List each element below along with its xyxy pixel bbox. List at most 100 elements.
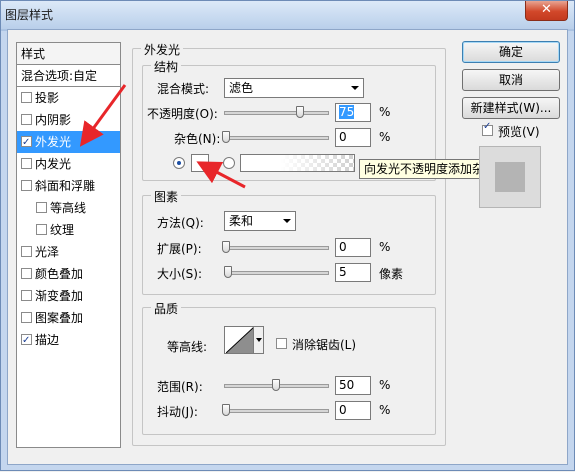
chevron-down-icon <box>283 219 291 223</box>
style-item-10[interactable]: 图案叠加 <box>17 307 120 329</box>
size-value: 5 <box>339 265 347 279</box>
dialog-client: 样式 混合选项:自定 投影内阴影外发光内发光斜面和浮雕等高线纹理光泽颜色叠加渐变… <box>7 29 568 465</box>
style-item-label: 外发光 <box>35 135 72 149</box>
style-item-checkbox[interactable] <box>21 114 32 125</box>
style-item-7[interactable]: 光泽 <box>17 241 120 263</box>
style-list-header[interactable]: 样式 <box>17 43 120 65</box>
quality-title: 品质 <box>151 300 182 317</box>
jitter-slider[interactable] <box>224 409 329 413</box>
blend-mode-dropdown[interactable]: 滤色 <box>224 78 364 98</box>
method-label: 方法(Q): <box>157 216 204 230</box>
style-item-checkbox[interactable] <box>36 224 47 235</box>
style-item-checkbox[interactable] <box>21 180 32 191</box>
spread-input[interactable]: 0 <box>335 238 371 257</box>
blend-mode-value: 滤色 <box>229 81 254 95</box>
size-unit: 像素 <box>379 267 404 281</box>
style-item-3[interactable]: 内发光 <box>17 153 120 175</box>
gradient-radio[interactable] <box>223 157 235 169</box>
quality-group: 品质 等高线: 消除锯齿(L) 范围(R): 50 % 抖动(J): 0 % <box>142 300 436 435</box>
size-label: 大小(S): <box>157 267 203 281</box>
style-list: 样式 混合选项:自定 投影内阴影外发光内发光斜面和浮雕等高线纹理光泽颜色叠加渐变… <box>16 42 121 448</box>
glow-gradient-picker[interactable] <box>240 154 355 172</box>
new-style-button[interactable]: 新建样式(W)... <box>462 97 560 119</box>
chevron-down-icon <box>351 86 359 90</box>
style-item-5[interactable]: 等高线 <box>17 197 120 219</box>
opacity-slider-thumb[interactable] <box>296 106 305 118</box>
opacity-value: 75 <box>339 105 355 119</box>
style-item-label: 光泽 <box>35 245 60 259</box>
jitter-value: 0 <box>339 403 347 417</box>
style-item-label: 图案叠加 <box>35 311 84 325</box>
range-value: 50 <box>339 378 355 392</box>
size-slider-thumb[interactable] <box>223 266 232 278</box>
style-item-label: 斜面和浮雕 <box>35 179 96 193</box>
contour-label: 等高线: <box>167 340 208 354</box>
noise-label: 杂色(N): <box>174 132 221 146</box>
anti-alias-checkbox[interactable] <box>276 338 287 349</box>
style-item-label: 颜色叠加 <box>35 267 84 281</box>
elements-group: 图素 方法(Q): 柔和 扩展(P): 0 % 大小(S): 5 像素 <box>142 188 436 295</box>
contour-dropdown-toggle[interactable] <box>253 327 263 353</box>
style-item-checkbox[interactable] <box>21 92 32 103</box>
size-slider[interactable] <box>224 271 329 275</box>
style-item-1[interactable]: 内阴影 <box>17 109 120 131</box>
style-item-checkbox[interactable] <box>21 132 32 154</box>
spread-slider[interactable] <box>224 246 329 250</box>
size-input[interactable]: 5 <box>335 263 371 282</box>
spread-unit: % <box>379 240 391 254</box>
elements-title: 图素 <box>151 188 182 205</box>
outer-glow-title: 外发光 <box>141 41 184 58</box>
ok-button[interactable]: 确定 <box>462 41 560 63</box>
style-item-6[interactable]: 纹理 <box>17 219 120 241</box>
glow-color-swatch[interactable] <box>191 154 209 172</box>
jitter-slider-thumb[interactable] <box>222 404 230 416</box>
cancel-button[interactable]: 取消 <box>462 69 560 91</box>
contour-picker[interactable] <box>224 326 264 354</box>
style-item-checkbox[interactable] <box>21 158 32 169</box>
style-item-checkbox[interactable] <box>21 312 32 323</box>
blend-options-item[interactable]: 混合选项:自定 <box>17 65 120 87</box>
solid-color-radio[interactable] <box>173 157 185 169</box>
style-item-label: 描边 <box>35 333 60 347</box>
spread-value: 0 <box>339 240 347 254</box>
noise-input[interactable]: 0 <box>335 128 371 147</box>
noise-unit: % <box>379 130 391 144</box>
style-item-checkbox[interactable] <box>21 290 32 301</box>
range-label: 范围(R): <box>157 380 203 394</box>
jitter-input[interactable]: 0 <box>335 401 371 420</box>
method-value: 柔和 <box>229 214 254 228</box>
style-item-9[interactable]: 渐变叠加 <box>17 285 120 307</box>
noise-slider-thumb[interactable] <box>222 131 230 143</box>
style-item-label: 纹理 <box>50 223 75 237</box>
jitter-unit: % <box>379 403 391 417</box>
outer-glow-group: 外发光 结构 混合模式: 滤色 不透明度(O): 75 % 杂色(N): 0 %… <box>132 41 502 446</box>
style-item-2[interactable]: 外发光 <box>17 131 120 154</box>
style-item-label: 内发光 <box>35 157 72 171</box>
style-item-checkbox[interactable] <box>21 246 32 257</box>
method-dropdown[interactable]: 柔和 <box>224 211 296 231</box>
range-input[interactable]: 50 <box>335 376 371 395</box>
close-button[interactable]: ✕ <box>525 1 568 21</box>
anti-alias-label: 消除锯齿(L) <box>292 338 357 352</box>
range-slider-thumb[interactable] <box>271 379 280 391</box>
style-item-checkbox[interactable] <box>36 202 47 213</box>
title-bar[interactable]: 图层样式 ✕ <box>1 1 574 29</box>
preview-label: 预览(V) <box>498 125 540 139</box>
style-item-4[interactable]: 斜面和浮雕 <box>17 175 120 197</box>
style-item-label: 等高线 <box>50 201 87 215</box>
style-item-11[interactable]: 描边 <box>17 329 120 352</box>
style-item-checkbox[interactable] <box>21 330 32 352</box>
noise-slider[interactable] <box>224 136 329 140</box>
style-items: 投影内阴影外发光内发光斜面和浮雕等高线纹理光泽颜色叠加渐变叠加图案叠加描边 <box>17 87 120 352</box>
noise-value: 0 <box>339 130 347 144</box>
blend-mode-label: 混合模式: <box>157 82 210 96</box>
style-item-0[interactable]: 投影 <box>17 87 120 109</box>
opacity-unit: % <box>379 105 391 119</box>
opacity-slider[interactable] <box>224 111 329 115</box>
spread-slider-thumb[interactable] <box>222 241 230 253</box>
style-item-checkbox[interactable] <box>21 268 32 279</box>
opacity-input[interactable]: 75 <box>335 103 371 122</box>
style-item-8[interactable]: 颜色叠加 <box>17 263 120 285</box>
style-item-label: 渐变叠加 <box>35 289 84 303</box>
preview-checkbox[interactable] <box>482 121 493 136</box>
